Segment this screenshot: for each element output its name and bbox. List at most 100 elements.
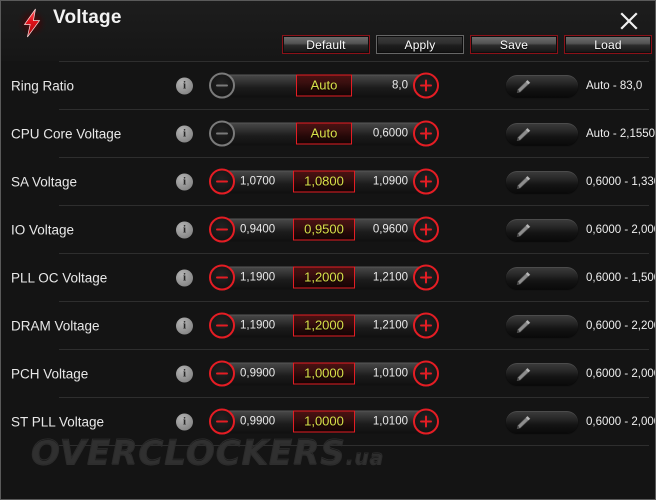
next-value: 1,0100	[372, 415, 408, 428]
next-value: 0,6000	[372, 127, 408, 140]
value-stepper: 0,9900 1,0000 1,0100	[209, 407, 439, 436]
increment-button[interactable]	[413, 264, 439, 291]
setting-row: ST PLL Voltage i 0,9900 1,0000 1,0100 0,6000 …	[11, 397, 655, 445]
edit-button[interactable]	[506, 170, 578, 193]
voltage-window: Voltage Default Apply Save Load Ring Rat…	[0, 0, 656, 500]
info-icon[interactable]: i	[176, 173, 193, 190]
minus-icon	[216, 84, 228, 87]
range-text: Auto - 2,1550	[586, 127, 656, 140]
title-bar: Voltage Default Apply Save Load	[1, 1, 655, 61]
range-text: 0,6000 - 2,0000	[586, 223, 655, 236]
next-value: 0,9600	[372, 223, 408, 236]
minus-icon	[216, 228, 228, 231]
minus-icon	[216, 276, 228, 279]
minus-icon	[216, 324, 228, 327]
setting-row: Ring Ratio i Auto 8,0 Auto - 83,0	[11, 61, 649, 109]
increment-button[interactable]	[413, 168, 439, 195]
next-value: 1,2100	[372, 271, 408, 284]
info-icon[interactable]: i	[176, 125, 193, 142]
value-stepper: 1,1900 1,2000 1,2100	[209, 311, 439, 340]
value-stepper: 0,9400 0,9500 0,9600	[209, 215, 439, 244]
voltage-settings-list: Ring Ratio i Auto 8,0 Auto - 83,0 CPU Core Vo…	[1, 61, 655, 446]
increment-button[interactable]	[413, 312, 439, 339]
plus-icon-vertical	[424, 223, 428, 236]
edit-button[interactable]	[506, 410, 578, 433]
info-icon[interactable]: i	[176, 77, 193, 94]
increment-button[interactable]	[413, 360, 439, 387]
setting-label: CPU Core Voltage	[11, 126, 122, 141]
previous-value: 0,9900	[240, 367, 276, 380]
plus-icon-vertical	[424, 319, 428, 332]
value-stepper: Auto 8,0	[209, 71, 439, 100]
setting-label: IO Voltage	[11, 222, 75, 237]
current-value[interactable]: 1,2000	[293, 314, 355, 337]
info-icon[interactable]: i	[176, 221, 193, 238]
next-value: 1,2100	[372, 319, 408, 332]
next-value: 1,0100	[372, 367, 408, 380]
decrement-button[interactable]	[209, 216, 235, 243]
increment-button[interactable]	[413, 120, 439, 147]
pencil-icon	[506, 414, 533, 430]
current-value[interactable]: Auto	[296, 122, 352, 145]
pencil-icon	[506, 318, 533, 334]
decrement-button[interactable]	[209, 264, 235, 291]
watermark-suffix: .ua	[345, 445, 385, 470]
setting-row: PLL OC Voltage i 1,1900 1,2000 1,2100 0,6000 …	[11, 253, 655, 301]
next-value: 8,0	[392, 79, 408, 92]
previous-value: 1,1900	[240, 319, 276, 332]
setting-row: DRAM Voltage i 1,1900 1,2000 1,2100 0,6000 - …	[11, 301, 655, 349]
setting-label: DRAM Voltage	[11, 318, 100, 333]
page-title: Voltage	[53, 7, 122, 28]
info-icon[interactable]: i	[176, 413, 193, 430]
setting-label: PLL OC Voltage	[11, 270, 108, 285]
apply-button[interactable]: Apply	[376, 35, 464, 54]
current-value[interactable]: 1,0800	[293, 170, 355, 193]
setting-row: SA Voltage i 1,0700 1,0800 1,0900 0,6000 - 1,…	[11, 157, 655, 205]
current-value[interactable]: 0,9500	[293, 218, 355, 241]
close-button[interactable]	[613, 5, 645, 37]
next-value: 1,0900	[372, 175, 408, 188]
plus-icon-vertical	[424, 271, 428, 284]
edit-button[interactable]	[506, 314, 578, 337]
info-icon[interactable]: i	[176, 365, 193, 382]
pencil-icon	[506, 78, 533, 94]
minus-icon	[216, 420, 228, 423]
edit-button[interactable]	[506, 122, 578, 145]
edit-button[interactable]	[506, 266, 578, 289]
save-button[interactable]: Save	[470, 35, 558, 54]
default-button[interactable]: Default	[282, 35, 370, 54]
plus-icon-vertical	[424, 415, 428, 428]
info-icon[interactable]: i	[176, 269, 193, 286]
increment-button[interactable]	[413, 72, 439, 99]
decrement-button[interactable]	[209, 360, 235, 387]
previous-value: 0,9900	[240, 415, 276, 428]
current-value[interactable]: 1,2000	[293, 266, 355, 289]
pencil-icon	[506, 126, 533, 142]
plus-icon-vertical	[424, 175, 428, 188]
load-button[interactable]: Load	[564, 35, 652, 54]
edit-button[interactable]	[506, 74, 578, 97]
current-value[interactable]: 1,0000	[293, 410, 355, 433]
setting-row: PCH Voltage i 0,9900 1,0000 1,0100 0,6000 - 2…	[11, 349, 655, 397]
info-icon[interactable]: i	[176, 317, 193, 334]
current-value[interactable]: 1,0000	[293, 362, 355, 385]
minus-icon	[216, 372, 228, 375]
decrement-button[interactable]	[209, 408, 235, 435]
action-buttons: Default Apply Save Load	[282, 35, 652, 54]
decrement-button	[209, 120, 235, 147]
previous-value: 1,0700	[240, 175, 276, 188]
edit-button[interactable]	[506, 362, 578, 385]
previous-value: 0,9400	[240, 223, 276, 236]
pencil-icon	[506, 222, 533, 238]
increment-button[interactable]	[413, 408, 439, 435]
range-text: 0,6000 - 2,2000	[586, 319, 655, 332]
value-stepper: 1,0700 1,0800 1,0900	[209, 167, 439, 196]
decrement-button[interactable]	[209, 312, 235, 339]
edit-button[interactable]	[506, 218, 578, 241]
minus-icon	[216, 180, 228, 183]
setting-label: Ring Ratio	[11, 78, 75, 93]
decrement-button[interactable]	[209, 168, 235, 195]
minus-icon	[216, 132, 228, 135]
increment-button[interactable]	[413, 216, 439, 243]
current-value[interactable]: Auto	[296, 74, 352, 97]
